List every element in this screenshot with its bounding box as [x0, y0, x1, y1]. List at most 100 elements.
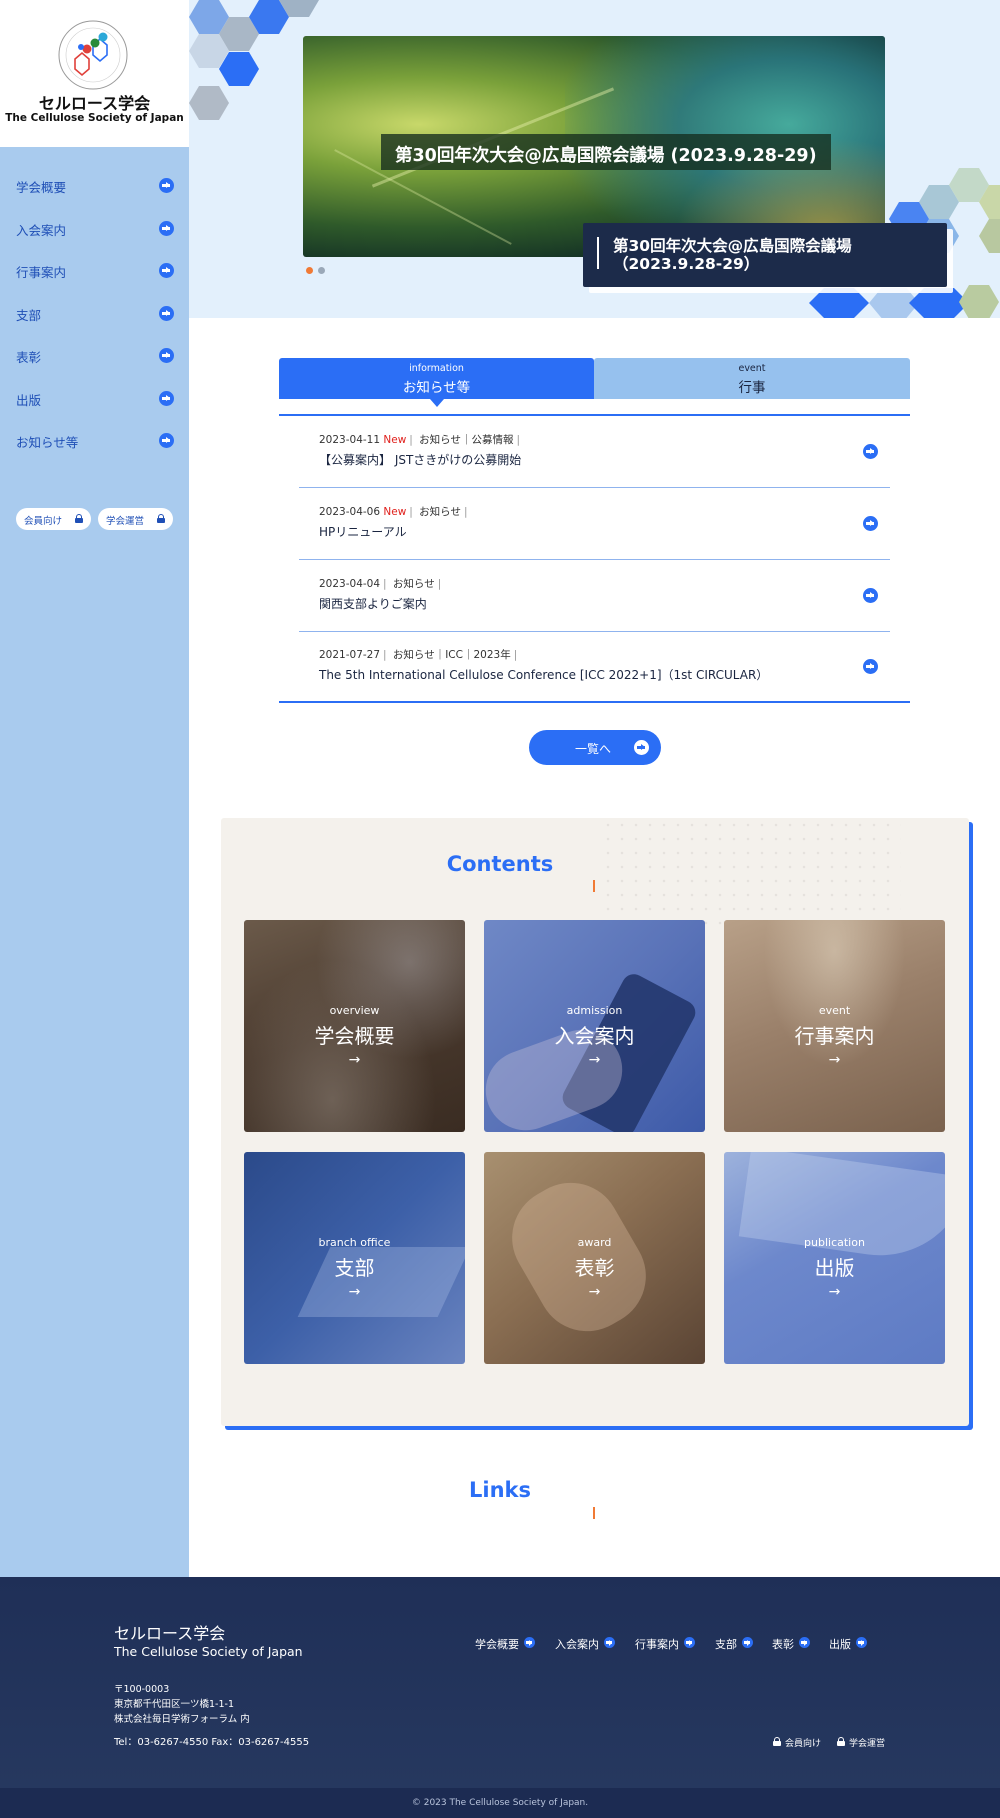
- hero-title-box[interactable]: 第30回年次大会@広島国際会議場（2023.9.28-29）: [583, 223, 947, 287]
- logo-title-en: The Cellulose Society of Japan: [5, 112, 184, 124]
- members-button[interactable]: 会員向け: [16, 508, 91, 530]
- footer-management-link[interactable]: 学会運営: [837, 1736, 885, 1749]
- card-label-en: event: [818, 1004, 851, 1017]
- news-item[interactable]: 2021-07-27 | お知らせ｜ICC｜2023年 | The 5th Inte…: [299, 631, 890, 703]
- arrow-right-icon: [159, 391, 174, 406]
- sidebar-item-admission[interactable]: 入会案内: [16, 218, 174, 238]
- footer-address2: 株式会社毎日学術フォーラム 内: [114, 1714, 250, 1725]
- sidebar-item-branch[interactable]: 支部: [16, 303, 174, 323]
- hex-decoration: [979, 219, 1000, 253]
- footer-nav-admission[interactable]: 入会案内: [555, 1636, 615, 1652]
- arrow-right-icon: [159, 221, 174, 236]
- view-all-button[interactable]: 一覧へ: [529, 730, 661, 765]
- arrow-right-icon: [863, 588, 878, 603]
- arrow-right-icon: →: [348, 1052, 361, 1068]
- arrow-right-icon: [524, 1637, 535, 1648]
- lock-icon: [837, 1737, 845, 1746]
- view-all-label: 一覧へ: [575, 742, 612, 756]
- arrow-right-icon: [604, 1637, 615, 1648]
- news-item[interactable]: 2023-04-11 New | お知らせ｜公募情報 | 【公募案内】 JSTさきが…: [299, 416, 890, 488]
- title-accent-mark: [593, 880, 595, 892]
- footer-nav-label: 表彰: [772, 1638, 794, 1651]
- news-title[interactable]: HPリニューアル: [319, 523, 407, 540]
- logo-title-ja: セルロース学会: [38, 94, 151, 113]
- news-category: お知らせ｜公募情報: [419, 434, 514, 446]
- news-item[interactable]: 2023-04-06 New | お知らせ | HPリニューアル: [299, 488, 890, 560]
- arrow-right-icon: [863, 516, 878, 531]
- card-label-ja: 入会案内: [554, 1024, 635, 1048]
- news-title[interactable]: The 5th International Cellulose Conferen…: [319, 666, 768, 683]
- active-tab-pointer: [430, 399, 444, 407]
- arrow-right-icon: [159, 348, 174, 363]
- content-card-overview[interactable]: overview 学会概要 →: [244, 920, 465, 1132]
- arrow-right-icon: →: [588, 1284, 601, 1300]
- footer-title-en: The Cellulose Society of Japan: [114, 1644, 303, 1659]
- tab-information[interactable]: information お知らせ等: [279, 358, 594, 399]
- hex-decoration: [189, 86, 229, 120]
- news-item[interactable]: 2023-04-04 | お知らせ | 関西支部よりご案内: [299, 560, 890, 632]
- card-label-ja: 学会概要: [314, 1024, 395, 1048]
- content-card-event[interactable]: event 行事案内 →: [724, 920, 945, 1132]
- slider-dot-active[interactable]: [306, 267, 313, 274]
- arrow-right-icon: →: [828, 1052, 841, 1068]
- footer-nav-award[interactable]: 表彰: [772, 1636, 810, 1652]
- tab-event[interactable]: event 行事: [594, 358, 910, 399]
- card-label-ja: 出版: [814, 1256, 855, 1280]
- hex-decoration: [959, 285, 999, 318]
- footer-postal: 〒100-0003: [114, 1684, 170, 1695]
- arrow-right-icon: [863, 659, 878, 674]
- members-button-label: 会員向け: [24, 516, 63, 527]
- news-date: 2023-04-11: [319, 434, 381, 446]
- card-label-ja: 支部: [334, 1256, 375, 1280]
- content-card-award[interactable]: award 表彰 →: [484, 1152, 705, 1364]
- sidebar-item-award[interactable]: 表彰: [16, 345, 174, 365]
- sidebar-item-label: 表彰: [16, 350, 42, 365]
- society-emblem-icon: [58, 20, 128, 90]
- management-button[interactable]: 学会運営: [98, 508, 173, 530]
- arrow-right-icon: [742, 1637, 753, 1648]
- management-button-label: 学会運営: [106, 516, 145, 527]
- sidebar-item-overview[interactable]: 学会概要: [16, 175, 174, 195]
- card-label-en: overview: [329, 1004, 380, 1017]
- contents-title: Contents: [446, 852, 554, 876]
- footer-nav-publication[interactable]: 出版: [829, 1636, 867, 1652]
- news-meta: 2023-04-11 New | お知らせ｜公募情報 |: [319, 434, 521, 446]
- sidebar-item-label: お知らせ等: [16, 435, 79, 450]
- content-card-admission[interactable]: admission 入会案内 →: [484, 920, 705, 1132]
- news-date: 2023-04-06: [319, 506, 381, 518]
- site-logo[interactable]: セルロース学会 The Cellulose Society of Japan: [0, 0, 189, 147]
- hero-caption: 第30回年次大会@広島国際会議場 (2023.9.28-29): [381, 134, 831, 170]
- news-date: 2021-07-27: [319, 649, 381, 661]
- footer-nav-label: 出版: [829, 1638, 851, 1651]
- sidebar-item-events[interactable]: 行事案内: [16, 260, 174, 280]
- arrow-right-icon: [159, 306, 174, 321]
- card-label-ja: 行事案内: [794, 1024, 875, 1048]
- sidebar-item-news[interactable]: お知らせ等: [16, 430, 174, 450]
- footer-phone: Tel：03-6267-4550 Fax：03-6267-4555: [114, 1737, 310, 1748]
- footer-nav-overview[interactable]: 学会概要: [475, 1636, 535, 1652]
- news-date: 2023-04-04: [319, 578, 381, 590]
- footer-nav-label: 学会概要: [475, 1638, 519, 1651]
- news-category: お知らせ: [392, 578, 435, 590]
- footer-members-label: 会員向け: [785, 1739, 822, 1749]
- footer-nav-events[interactable]: 行事案内: [635, 1636, 695, 1652]
- footer-management-label: 学会運営: [849, 1739, 886, 1749]
- news-category: お知らせ: [419, 506, 461, 518]
- hex-decoration: [809, 288, 869, 318]
- news-title[interactable]: 関西支部よりご案内: [319, 595, 427, 612]
- arrow-right-icon: [684, 1637, 695, 1648]
- news-tabs: information お知らせ等 event 行事: [279, 358, 910, 399]
- lock-icon: [157, 514, 165, 523]
- footer-nav-label: 行事案内: [635, 1638, 679, 1651]
- footer-nav-branch[interactable]: 支部: [715, 1636, 753, 1652]
- content-card-branch[interactable]: branch office 支部 →: [244, 1152, 465, 1364]
- content-card-publication[interactable]: publication 出版 →: [724, 1152, 945, 1364]
- slider-dot[interactable]: [318, 267, 325, 274]
- footer-nav-label: 入会案内: [555, 1638, 599, 1651]
- card-label-en: award: [577, 1236, 612, 1249]
- footer-members-link[interactable]: 会員向け: [773, 1736, 821, 1749]
- news-title[interactable]: 【公募案内】 JSTさきがけの公募開始: [319, 451, 521, 468]
- sidebar-item-publication[interactable]: 出版: [16, 388, 174, 408]
- tab-label-en: event: [738, 363, 766, 374]
- tab-label-ja: 行事: [738, 380, 766, 396]
